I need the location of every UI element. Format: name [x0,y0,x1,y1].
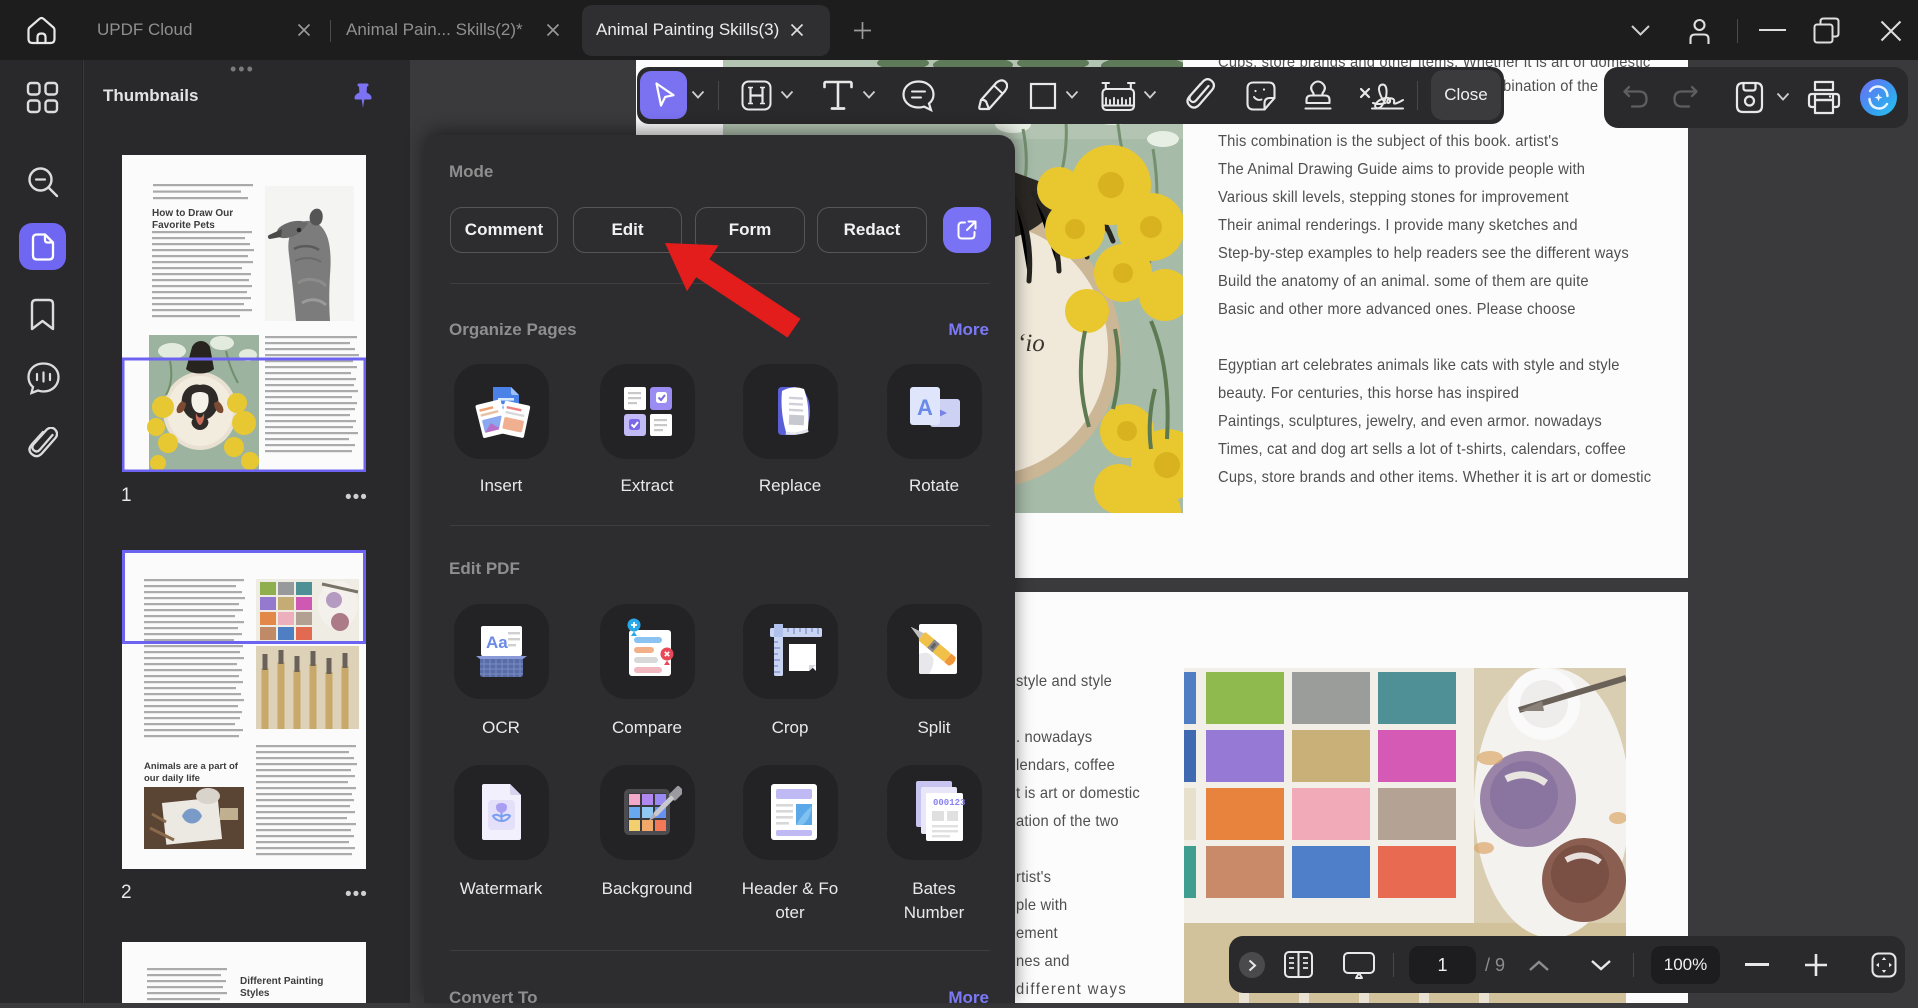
svg-text:Aa: Aa [486,633,508,652]
svg-text:Favorite Pets: Favorite Pets [152,220,215,231]
svg-text:Animals are a part of: Animals are a part of [144,761,239,772]
svg-text:our daily life: our daily life [144,773,200,784]
svg-text:000123: 000123 [933,798,965,808]
svg-text:How to Draw Our: How to Draw Our [152,208,233,219]
svg-text:ʻio: ʻio [1017,330,1045,357]
svg-text:A: A [917,395,933,420]
svg-text:Styles: Styles [240,988,270,999]
svg-text:Different Painting: Different Painting [240,976,323,987]
